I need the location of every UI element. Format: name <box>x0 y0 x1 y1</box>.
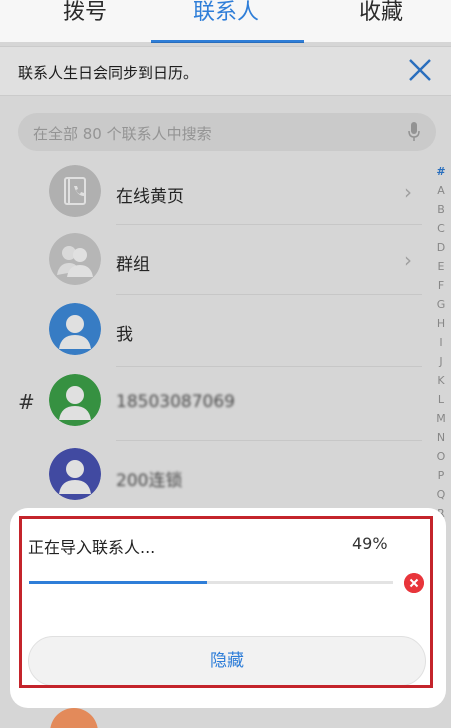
highlight-box <box>19 516 433 688</box>
tab-contacts[interactable]: 联系人 <box>151 0 301 42</box>
tab-dial[interactable]: 拨号 <box>10 0 160 42</box>
tab-favorites[interactable]: 收藏 <box>306 0 451 42</box>
top-tab-bar: 拨号 联系人 收藏 <box>0 0 451 43</box>
